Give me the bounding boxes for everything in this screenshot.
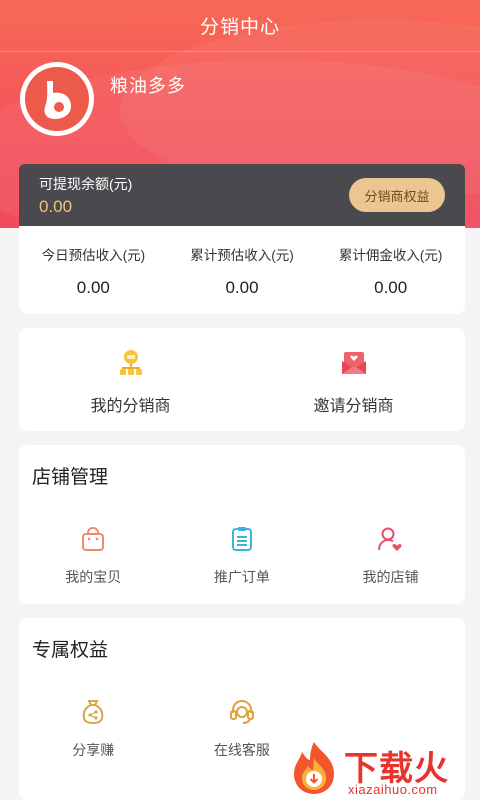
- avatar-logo-icon: [25, 67, 89, 131]
- my-distributors-label: 我的分销商: [90, 398, 171, 415]
- stat-value: 0.00: [76, 278, 110, 297]
- username: 粮油多多: [110, 76, 186, 96]
- income-stats: 今日预估收入(元) 0.00 累计预估收入(元) 0.00 累计佣金收入(元) …: [19, 226, 465, 314]
- stat-value: 0.00: [374, 278, 408, 297]
- distributor-card: 我的分销商 邀请分销商: [19, 328, 465, 431]
- stat-label: 今日预估收入(元): [41, 248, 146, 263]
- balance-panel: 可提现余额(元) 0.00 分销商权益: [19, 164, 465, 226]
- my-shop-label: 我的店铺: [362, 569, 419, 585]
- stat-label: 累计佣金收入(元): [338, 248, 443, 263]
- order-list-icon: [228, 525, 256, 553]
- promotion-orders-button[interactable]: 推广订单: [168, 525, 317, 587]
- invite-envelope-icon: [339, 348, 369, 378]
- my-shop-button[interactable]: 我的店铺: [316, 525, 465, 587]
- watermark-url: xiazaihuo.com: [348, 782, 438, 797]
- share-earn-label: 分享赚: [72, 742, 115, 758]
- shopping-bag-icon: [79, 525, 107, 553]
- distributor-rights-button[interactable]: 分销商权益: [349, 178, 445, 212]
- top-bar: 分销中心: [0, 0, 480, 52]
- balance-value: 0.00: [39, 197, 73, 216]
- share-earn-button[interactable]: 分享赚: [19, 698, 168, 760]
- invite-distributors-button[interactable]: 邀请分销商: [242, 328, 465, 431]
- invite-distributors-label: 邀请分销商: [313, 398, 394, 415]
- shop-management-grid: 我的宝贝 推广订单 我的店铺: [19, 525, 465, 587]
- page-title: 分销中心: [199, 17, 280, 38]
- section-title: 专属权益: [32, 640, 109, 661]
- my-products-button[interactable]: 我的宝贝: [19, 525, 168, 587]
- flame-logo-icon: [284, 738, 344, 798]
- stat-value: 0.00: [225, 278, 259, 297]
- headset-icon: [228, 698, 256, 726]
- stat-total-commission[interactable]: 累计佣金收入(元) 0.00: [316, 226, 465, 314]
- avatar[interactable]: [20, 62, 94, 136]
- online-service-label: 在线客服: [213, 742, 270, 758]
- money-bag-share-icon: [79, 698, 107, 726]
- balance-label: 可提现余额(元): [39, 176, 133, 192]
- site-watermark: 下载火 xiazaihuo.com: [284, 738, 480, 800]
- shop-management-card: 店铺管理 我的宝贝 推广订单 我的店铺: [19, 445, 465, 604]
- promotion-orders-label: 推广订单: [213, 569, 270, 585]
- stat-today-estimated[interactable]: 今日预估收入(元) 0.00: [19, 226, 168, 314]
- my-products-label: 我的宝贝: [65, 569, 122, 585]
- my-distributors-button[interactable]: 我的分销商: [19, 328, 242, 431]
- stat-total-estimated[interactable]: 累计预估收入(元) 0.00: [168, 226, 317, 314]
- user-heart-icon: [376, 525, 404, 553]
- stat-label: 累计预估收入(元): [190, 248, 294, 263]
- section-title: 店铺管理: [32, 467, 109, 488]
- distributor-icon: [116, 348, 146, 378]
